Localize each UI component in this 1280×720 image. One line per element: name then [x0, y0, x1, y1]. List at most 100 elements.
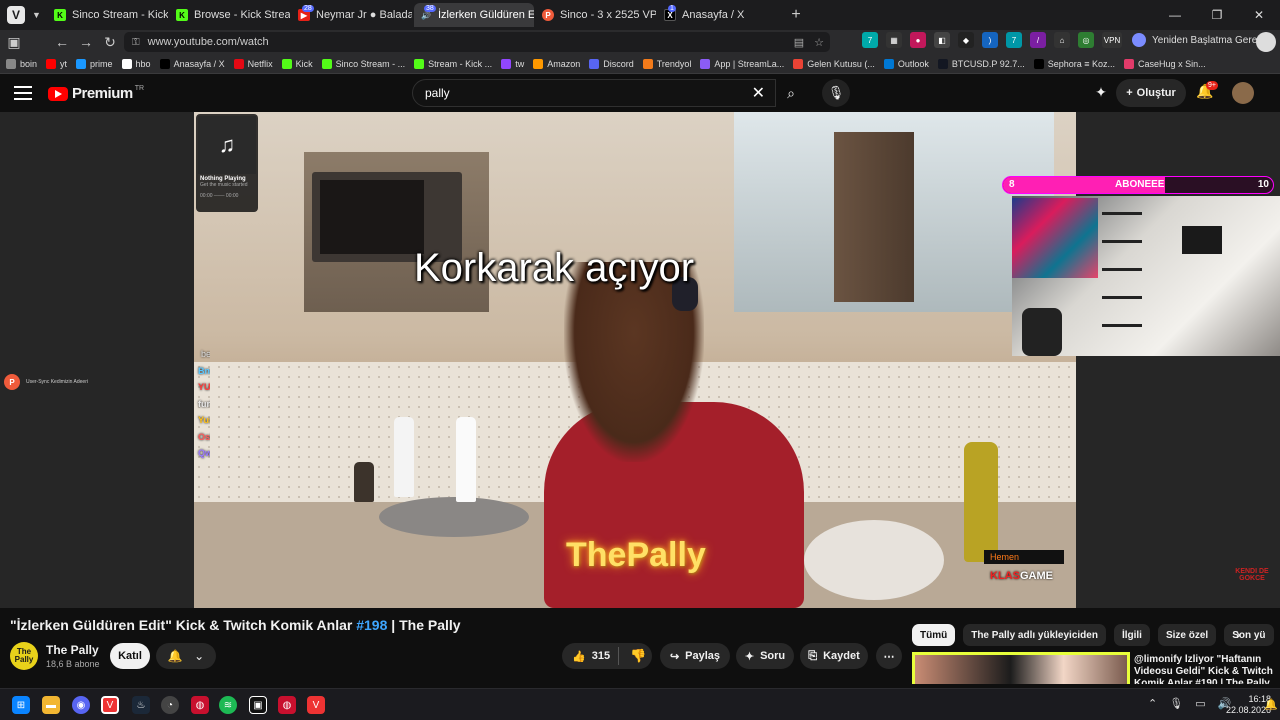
create-button[interactable]: + Oluştur: [1116, 79, 1186, 107]
clear-search-icon[interactable]: ✕: [752, 83, 765, 103]
bookmark-item[interactable]: Netflix: [233, 58, 273, 69]
panel-toggle-icon[interactable]: ▣: [2, 30, 26, 54]
minimize-icon[interactable]: —: [1154, 0, 1196, 30]
microphone-icon[interactable]: 🎙: [822, 79, 850, 107]
account-avatar[interactable]: [1232, 82, 1254, 104]
reader-icon[interactable]: ▤: [794, 36, 804, 49]
address-field[interactable]: ⚿ www.youtube.com/watch ▤ ☆: [124, 32, 830, 52]
extension-icon[interactable]: ◆: [958, 32, 974, 48]
bookmark-item[interactable]: BTCUSD.P 92.7...: [937, 58, 1025, 69]
share-button[interactable]: ↪ Paylaş: [660, 643, 730, 669]
extension-icon[interactable]: ▦: [886, 32, 902, 48]
extension-icon[interactable]: /: [1030, 32, 1046, 48]
extension-icon[interactable]: ⌂: [1054, 32, 1070, 48]
extension-icon[interactable]: 7: [1006, 32, 1022, 48]
bookmark-item[interactable]: yt: [46, 58, 67, 69]
vivaldi-menu-button[interactable]: V: [0, 0, 32, 30]
new-tab-button[interactable]: +: [784, 6, 808, 24]
streamlabs-icon[interactable]: ◍: [278, 696, 296, 714]
bookmark-item[interactable]: Kick: [281, 58, 313, 69]
hashtag-link[interactable]: #198: [356, 617, 387, 633]
kick-app-icon[interactable]: ▣: [249, 696, 267, 714]
tab-neymar[interactable]: ▶28Neymar Jr ● Balada - Gusttt: [292, 3, 412, 27]
extension-icon[interactable]: 7: [862, 32, 878, 48]
bookmark-item[interactable]: Amazon: [533, 58, 580, 69]
video-player[interactable]: ♫ Nothing Playing Get the music started …: [194, 112, 1076, 608]
windows-start-icon[interactable]: ⊞: [12, 696, 30, 714]
vivaldi-icon[interactable]: V: [101, 696, 119, 714]
site-info-icon[interactable]: ⚿: [132, 37, 140, 48]
filter-chip[interactable]: Tümü: [912, 624, 956, 646]
tab-menu-chevron-icon[interactable]: ▼: [32, 10, 46, 20]
extension-icon[interactable]: ◎: [1078, 32, 1094, 48]
subscription-bell-button[interactable]: 🔔 ⌄: [156, 643, 216, 669]
extension-icon[interactable]: ◧: [934, 32, 950, 48]
bookmark-item[interactable]: prime: [76, 58, 113, 69]
bookmark-item[interactable]: tw: [501, 58, 524, 69]
tab-x[interactable]: X 1 Anasayfa / X: [658, 3, 778, 27]
back-icon[interactable]: ←: [50, 30, 74, 54]
forward-icon[interactable]: →: [74, 30, 98, 54]
bookmark-item[interactable]: Stream - Kick ...: [414, 58, 492, 69]
microphone-icon[interactable]: 🎙: [1169, 697, 1183, 710]
filter-chip[interactable]: İlgili: [1113, 624, 1150, 646]
bookmark-item[interactable]: App | StreamLa...: [700, 58, 784, 69]
close-icon[interactable]: ✕: [1238, 0, 1280, 30]
bookmark-item[interactable]: Sephora ≡ Koz...: [1033, 58, 1115, 69]
vivaldi-icon[interactable]: V: [307, 696, 325, 714]
extension-icon[interactable]: ): [982, 32, 998, 48]
bookmark-item[interactable]: CaseHug x Sin...: [1124, 58, 1206, 69]
menu-icon[interactable]: [14, 84, 32, 102]
browser-profile-avatar[interactable]: [1256, 32, 1276, 52]
ask-button[interactable]: ✦ Soru: [736, 643, 794, 669]
recommended-thumbnail[interactable]: [912, 652, 1130, 684]
youtube-logo[interactable]: Premium TR: [48, 85, 144, 102]
file-explorer-icon[interactable]: ▬: [42, 696, 60, 714]
bookmark-favicon-icon: [937, 58, 948, 69]
filter-chip[interactable]: The Pally adlı yükleyiciden: [963, 624, 1106, 646]
bookmark-item[interactable]: Anasayfa / X: [159, 58, 225, 69]
creator-icon[interactable]: ✦: [1092, 84, 1110, 102]
app-icon[interactable]: ◔: [161, 696, 179, 714]
chevron-right-icon[interactable]: ›: [1236, 626, 1241, 642]
tray-chevron-up-icon[interactable]: ⌃: [1148, 697, 1157, 710]
discord-icon[interactable]: ◉: [72, 696, 90, 714]
bookmark-item[interactable]: boin: [6, 58, 37, 69]
bookmark-item[interactable]: Outlook: [883, 58, 929, 69]
network-icon[interactable]: ▭: [1195, 697, 1205, 710]
maximize-icon[interactable]: ❐: [1196, 0, 1238, 30]
bookmark-icon[interactable]: ☆: [814, 36, 824, 49]
restart-required-button[interactable]: Yeniden Başlatma Gerekli: [1132, 33, 1267, 47]
filter-chip[interactable]: Son yü: [1224, 624, 1274, 646]
extension-icon[interactable]: ●: [910, 32, 926, 48]
more-actions-icon[interactable]: ⋯: [876, 643, 902, 669]
tab-patreon[interactable]: PSinco - 3 x 2525 VP Hediye: [536, 3, 656, 27]
spotify-icon[interactable]: ≋: [219, 696, 237, 714]
share-icon: ↪: [669, 650, 680, 663]
bookmark-item[interactable]: Sinco Stream - ...: [321, 58, 405, 69]
steam-icon[interactable]: ♨: [132, 696, 150, 714]
bookmark-item[interactable]: Discord: [589, 58, 634, 69]
channel-name[interactable]: The Pally: [46, 643, 100, 657]
tab-kick-dashboard[interactable]: KSinco Stream - Kick Dashbo: [48, 3, 168, 27]
save-button[interactable]: ⎘ Kaydet: [800, 643, 868, 669]
search-icon[interactable]: ⌕: [776, 79, 806, 107]
bookmark-item[interactable]: Trendyol: [642, 58, 691, 69]
tab-kick-browse[interactable]: KBrowse - Kick Streaming: [170, 3, 290, 27]
bookmark-item[interactable]: hbo: [121, 58, 151, 69]
channel-avatar[interactable]: The Pally: [10, 642, 38, 670]
reload-icon[interactable]: ↻: [98, 30, 122, 54]
dislike-icon[interactable]: 👎: [630, 648, 646, 664]
like-button[interactable]: 👍 315 👎: [562, 643, 652, 669]
bookmark-item[interactable]: Gelen Kutusu (...: [793, 58, 875, 69]
recommended-title[interactable]: @limonify İzliyor "Haftanın Videosu Geld…: [1134, 654, 1274, 684]
system-tray: ⌃ 🎙 ▭ 🔊: [1148, 697, 1231, 710]
vpn-icon[interactable]: VPN: [1102, 32, 1122, 48]
notification-center-icon[interactable]: 🔔: [1264, 698, 1278, 711]
streamlabs-icon[interactable]: ◍: [191, 696, 209, 714]
filter-chip[interactable]: Size özel: [1157, 624, 1217, 646]
tab-youtube-active[interactable]: 🔊38İzlerken Güldüren Edit" Kic: [414, 3, 534, 27]
join-button[interactable]: Katıl: [110, 643, 150, 669]
notifications-icon[interactable]: 🔔 9+: [1196, 81, 1218, 103]
search-input[interactable]: pally ✕: [412, 79, 776, 107]
